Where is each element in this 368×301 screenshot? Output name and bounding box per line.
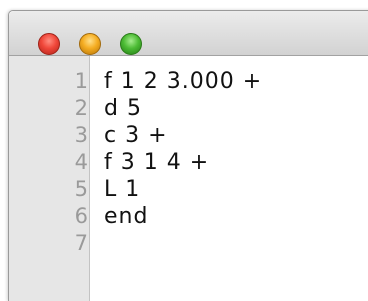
- code-line[interactable]: 1 f 1 2 3.000 +: [9, 68, 368, 95]
- line-number: 1: [74, 69, 88, 93]
- line-text[interactable]: c 3 +: [104, 122, 168, 149]
- code-line[interactable]: 4 f 3 1 4 +: [9, 149, 368, 176]
- line-number: 2: [74, 96, 88, 120]
- code-lines: 1 f 1 2 3.000 + 2 d 5 3 c 3 + 4 f 3 1 4 …: [9, 68, 368, 257]
- line-number: 5: [74, 177, 88, 201]
- code-editor[interactable]: 1 f 1 2 3.000 + 2 d 5 3 c 3 + 4 f 3 1 4 …: [9, 56, 368, 301]
- code-line[interactable]: 2 d 5: [9, 95, 368, 122]
- code-line[interactable]: 5 L 1: [9, 176, 368, 203]
- zoom-button[interactable]: [120, 33, 142, 55]
- line-text[interactable]: end: [104, 203, 148, 230]
- line-number: 3: [74, 123, 88, 147]
- code-line[interactable]: 6 end: [9, 203, 368, 230]
- line-text[interactable]: L 1: [104, 176, 140, 203]
- line-number: 6: [74, 204, 88, 228]
- line-text[interactable]: f 1 2 3.000 +: [104, 68, 262, 95]
- line-text[interactable]: f 3 1 4 +: [104, 149, 209, 176]
- minimize-button[interactable]: [79, 33, 101, 55]
- code-line[interactable]: 3 c 3 +: [9, 122, 368, 149]
- code-line[interactable]: 7: [9, 230, 368, 257]
- editor-window: 1 f 1 2 3.000 + 2 d 5 3 c 3 + 4 f 3 1 4 …: [8, 10, 368, 301]
- title-bar[interactable]: [9, 11, 368, 56]
- line-number: 7: [74, 231, 88, 255]
- close-button[interactable]: [38, 33, 60, 55]
- line-number: 4: [74, 150, 88, 174]
- line-text[interactable]: d 5: [104, 95, 142, 122]
